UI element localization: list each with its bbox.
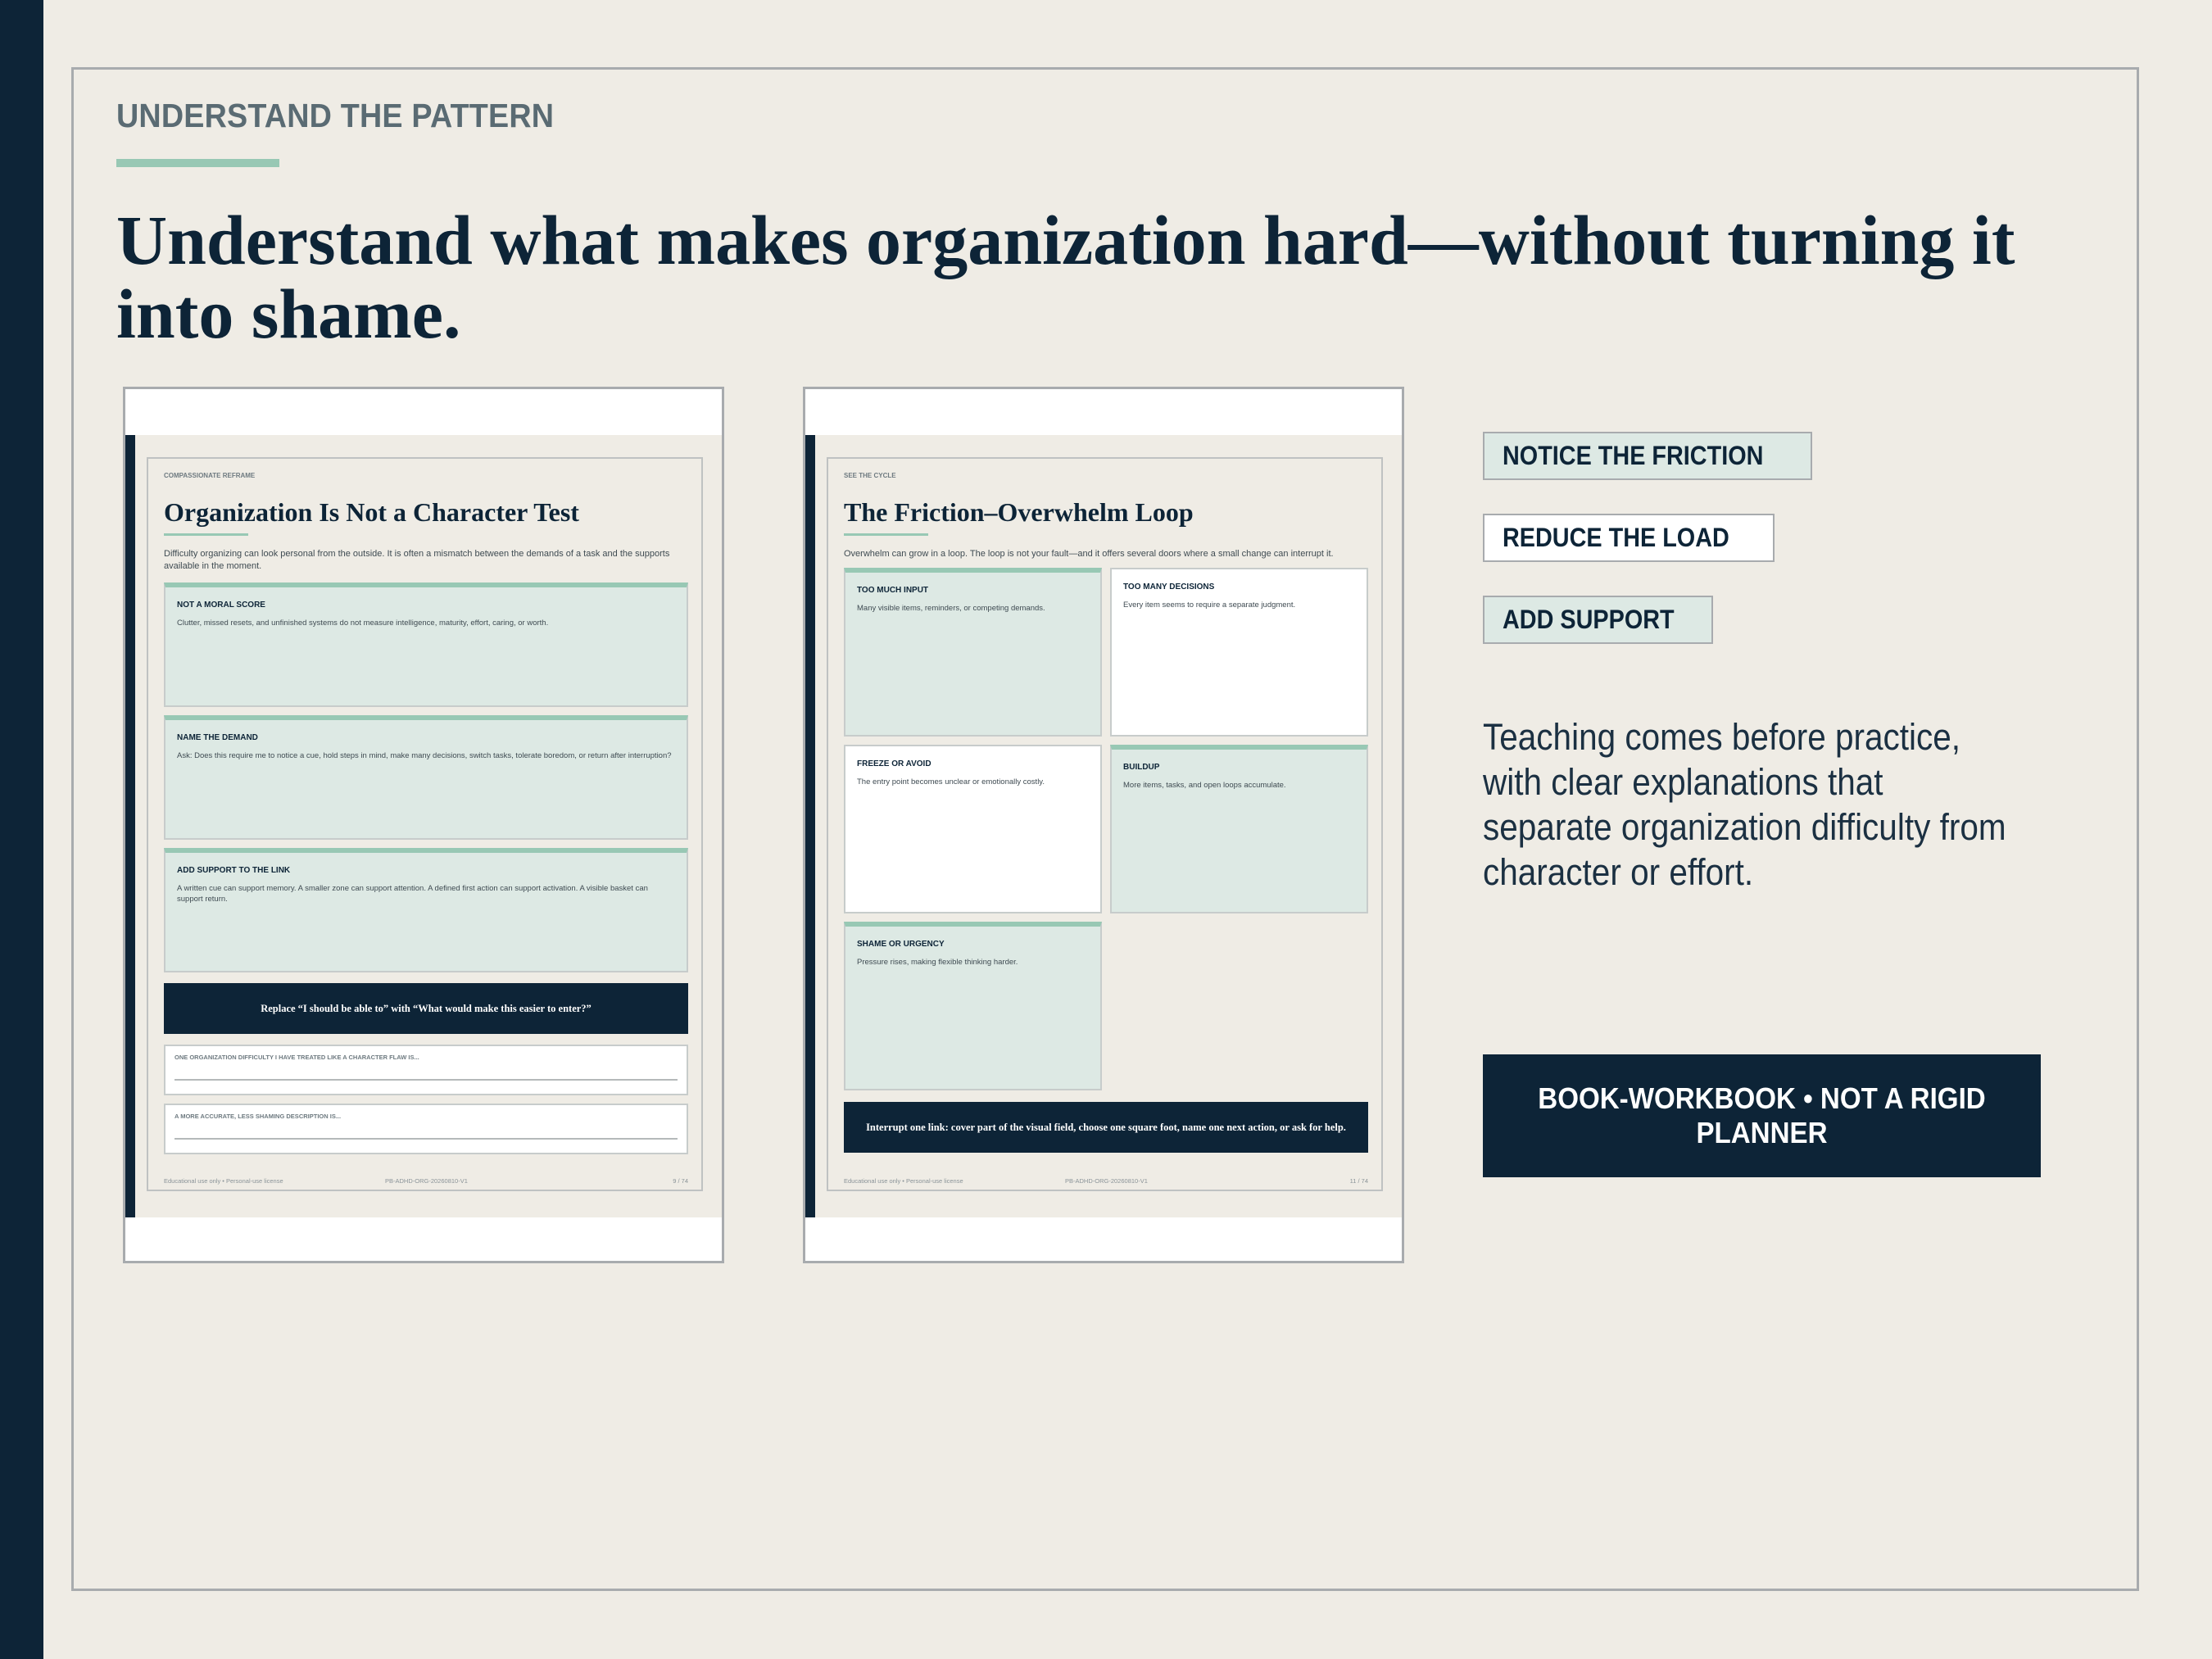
loop-card-title: TOO MANY DECISIONS <box>1123 582 1215 592</box>
page-intro: Overwhelm can grow in a loop. The loop i… <box>844 549 1334 559</box>
loop-card-text: Many visible items, reminders, or compet… <box>857 604 1045 613</box>
writing-line <box>175 1079 678 1081</box>
loop-card-title: SHAME OR URGENCY <box>857 940 945 949</box>
reframe-banner: Replace “I should be able to” with “What… <box>164 983 688 1034</box>
left-accent-bar <box>0 0 43 1659</box>
info-card: NAME THE DEMAND Ask: Does this require m… <box>164 715 688 840</box>
loop-card-text: Pressure rises, making flexible thinking… <box>857 958 1018 967</box>
info-card: NOT A MORAL SCORE Clutter, missed resets… <box>164 582 688 707</box>
workbook-page-preview-left[interactable]: COMPASSIONATE REFRAME Organization Is No… <box>123 387 724 1263</box>
page-eyebrow: SEE THE CYCLE <box>844 472 896 479</box>
writing-line <box>175 1138 678 1140</box>
page-sheet: SEE THE CYCLE The Friction–Overwhelm Loo… <box>805 435 1402 1217</box>
page-title: Organization Is Not a Character Test <box>164 497 579 527</box>
chip-add-support: ADD SUPPORT <box>1483 596 1713 644</box>
footer-license: Educational use only • Personal-use lice… <box>844 1177 963 1185</box>
page-title-rule <box>844 533 928 536</box>
interrupt-banner: Interrupt one link: cover part of the vi… <box>844 1102 1368 1153</box>
eyebrow-accent-rule <box>116 159 279 167</box>
page-spine <box>805 435 815 1217</box>
loop-card-text: More items, tasks, and open loops accumu… <box>1123 781 1286 790</box>
loop-card-title: FREEZE OR AVOID <box>857 759 931 768</box>
workbook-page-preview-right[interactable]: SEE THE CYCLE The Friction–Overwhelm Loo… <box>803 387 1404 1263</box>
info-card-text: Clutter, missed resets, and unfinished s… <box>177 619 549 628</box>
footer-license: Educational use only • Personal-use lice… <box>164 1177 283 1185</box>
info-card-title: NOT A MORAL SCORE <box>177 601 265 610</box>
page-title-rule <box>164 533 248 536</box>
footer-code: PB-ADHD-ORG-20260810-V1 <box>1065 1177 1148 1185</box>
info-card-title: ADD SUPPORT TO THE LINK <box>177 866 291 875</box>
page-eyebrow: COMPASSIONATE REFRAME <box>164 472 256 479</box>
loop-card: TOO MUCH INPUT Many visible items, remin… <box>844 568 1102 737</box>
footer-page-number: 9 / 74 <box>673 1177 688 1185</box>
page-spine <box>125 435 135 1217</box>
loop-card-text: The entry point becomes unclear or emoti… <box>857 777 1045 786</box>
loop-card-text: Every item seems to require a separate j… <box>1123 601 1296 610</box>
book-workbook-label: BOOK-WORKBOOK • NOT A RIGID PLANNER <box>1538 1081 1986 1149</box>
info-card-title: NAME THE DEMAND <box>177 733 258 742</box>
writing-prompt-label: ONE ORGANIZATION DIFFICULTY I HAVE TREAT… <box>175 1054 419 1061</box>
loop-card: FREEZE OR AVOID The entry point becomes … <box>844 745 1102 913</box>
side-description: Teaching comes before practice, with cle… <box>1483 716 2006 893</box>
chip-notice-the-friction: NOTICE THE FRICTION <box>1483 432 1812 480</box>
writing-prompt-label: A MORE ACCURATE, LESS SHAMING DESCRIPTIO… <box>175 1113 342 1120</box>
loop-card-title: BUILDUP <box>1123 763 1160 772</box>
info-card: ADD SUPPORT TO THE LINK A written cue ca… <box>164 848 688 972</box>
info-card-text: Ask: Does this require me to notice a cu… <box>177 751 672 760</box>
loop-card: BUILDUP More items, tasks, and open loop… <box>1110 745 1368 913</box>
writing-prompt[interactable]: A MORE ACCURATE, LESS SHAMING DESCRIPTIO… <box>164 1104 688 1154</box>
info-card-text: A written cue can support memory. A smal… <box>177 884 648 904</box>
book-workbook-banner: BOOK-WORKBOOK • NOT A RIGID PLANNER <box>1483 1054 2041 1177</box>
slide-eyebrow: UNDERSTAND THE PATTERN <box>116 97 555 134</box>
page-intro: Difficulty organizing can look personal … <box>164 549 670 571</box>
loop-card-title: TOO MUCH INPUT <box>857 586 929 595</box>
page-sheet: COMPASSIONATE REFRAME Organization Is No… <box>125 435 722 1217</box>
slide-headline: Understand what makes organization hard—… <box>116 201 2015 353</box>
loop-card: SHAME OR URGENCY Pressure rises, making … <box>844 922 1102 1090</box>
page-title: The Friction–Overwhelm Loop <box>844 497 1194 527</box>
footer-page-number: 11 / 74 <box>1349 1177 1368 1185</box>
loop-card: TOO MANY DECISIONS Every item seems to r… <box>1110 568 1368 737</box>
writing-prompt[interactable]: ONE ORGANIZATION DIFFICULTY I HAVE TREAT… <box>164 1045 688 1095</box>
footer-code: PB-ADHD-ORG-20260810-V1 <box>385 1177 468 1185</box>
chip-reduce-the-load: REDUCE THE LOAD <box>1483 514 1775 562</box>
